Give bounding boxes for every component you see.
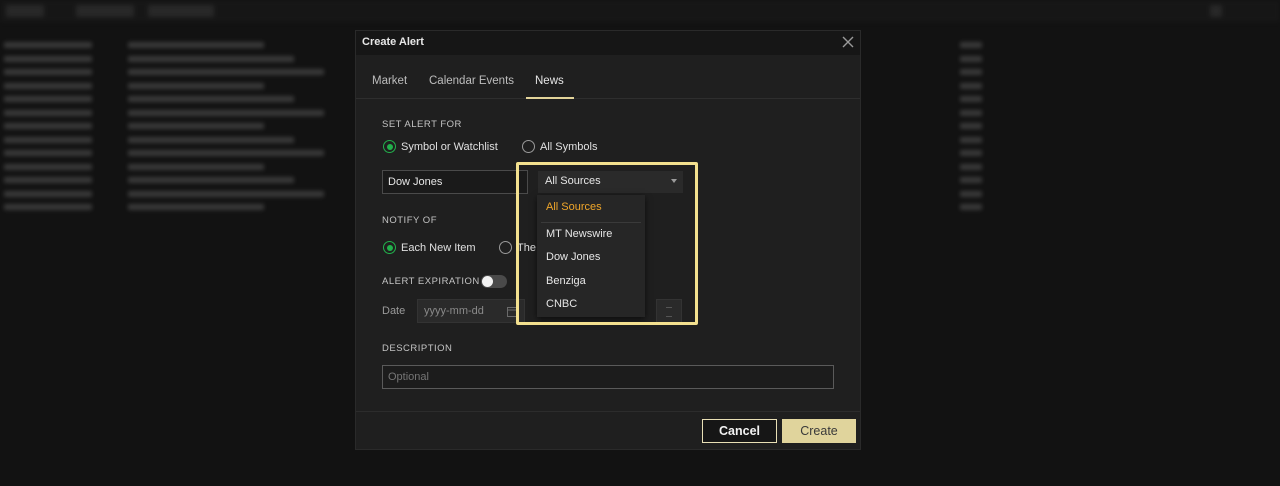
background-icon [1210,5,1222,17]
background-cell [4,190,92,197]
symbol-input[interactable] [382,170,528,194]
background-cell [960,69,982,75]
radio-symbol-or-watchlist[interactable]: Symbol or Watchlist [383,140,498,153]
background-cell [4,69,92,75]
time-stepper[interactable] [656,299,682,323]
background-cell [960,177,982,183]
background-menu-pill [6,5,44,17]
background-cell [128,123,264,129]
description-input[interactable] [382,365,834,389]
background-cell [960,55,982,62]
background-cell [960,96,982,102]
radio-label: Symbol or Watchlist [401,140,498,153]
tab-calendar-events[interactable]: Calendar Events [429,75,514,87]
calendar-icon[interactable] [507,306,519,317]
radio-each-new-item[interactable]: Each New Item [383,241,476,254]
background-cell [128,82,264,89]
background-cell [4,96,92,102]
alert-expiration-toggle[interactable] [481,275,507,288]
tab-news[interactable]: News [535,75,564,87]
date-label: Date [382,305,406,317]
date-placeholder: yyyy-mm-dd [424,305,484,317]
background-cell [4,123,92,129]
dropdown-divider [541,222,641,223]
background-menu-pill [76,5,134,17]
alert-type-tabs: Market Calendar Events News [356,69,860,99]
news-source-dropdown: All Sources MT Newswire Dow Jones Benzig… [537,195,645,317]
dropdown-option-benziga[interactable]: Benziga [546,275,586,287]
background-menu-pill [148,5,214,17]
stepper-down-icon [666,316,672,317]
notify-of-label: NOTIFY OF [382,215,437,226]
background-cell [960,136,982,143]
background-cell [128,163,264,170]
background-cell [128,190,324,197]
set-alert-for-label: SET ALERT FOR [382,119,462,130]
dropdown-option-all-sources[interactable]: All Sources [546,201,602,213]
create-button[interactable]: Create [782,419,856,443]
dropdown-option-mt-newswire[interactable]: MT Newswire [546,228,612,240]
background-cell [4,150,92,156]
footer-divider [356,411,860,412]
radio-all-symbols[interactable]: All Symbols [522,140,597,153]
radio-label: The [517,241,536,254]
radio-the[interactable]: The [499,241,536,254]
cancel-button[interactable]: Cancel [702,419,777,443]
radio-label: All Symbols [540,140,598,153]
news-source-select[interactable]: All Sources [538,171,683,193]
dialog-header: Create Alert [356,31,860,55]
stepper-up-icon [666,307,672,308]
radio-label: Each New Item [401,241,476,254]
background-cell [4,82,92,89]
radio-selected-icon [383,140,396,153]
alert-expiration-label: ALERT EXPIRATION [382,276,480,287]
active-tab-indicator [526,97,574,99]
radio-unselected-icon [522,140,535,153]
background-cell [960,123,982,129]
background-cell [960,109,982,116]
background-toolbar [0,0,1280,22]
background-cell [4,109,92,116]
description-label: DESCRIPTION [382,343,453,354]
chevron-down-icon [671,179,677,183]
background-cell [4,204,92,210]
background-cell [960,42,982,48]
background-cell [4,55,92,62]
close-icon[interactable] [840,34,856,50]
background-cell [960,82,982,89]
background-cell [4,42,92,48]
background-cell [960,190,982,197]
background-cell [128,96,294,102]
background-cell [128,42,264,48]
background-cell [128,109,324,116]
background-cell [4,136,92,143]
dropdown-option-cnbc[interactable]: CNBC [546,298,577,310]
background-cell [128,150,324,156]
tab-market[interactable]: Market [372,75,407,87]
create-alert-dialog: Create Alert Market Calendar Events News… [355,30,861,450]
background-cell [960,150,982,156]
background-cell [4,163,92,170]
background-cell [128,177,294,183]
background-cell [128,136,294,143]
background-cell [128,55,294,62]
radio-unselected-icon [499,241,512,254]
dialog-title: Create Alert [362,36,424,48]
dropdown-option-dow-jones[interactable]: Dow Jones [546,251,600,263]
expiration-date-field[interactable]: yyyy-mm-dd [417,299,525,323]
background-cell [128,204,264,210]
news-source-select-value: All Sources [545,175,601,187]
background-cell [128,69,324,75]
radio-selected-icon [383,241,396,254]
background-cell [4,177,92,183]
background-cell [960,163,982,170]
background-cell [960,204,982,210]
